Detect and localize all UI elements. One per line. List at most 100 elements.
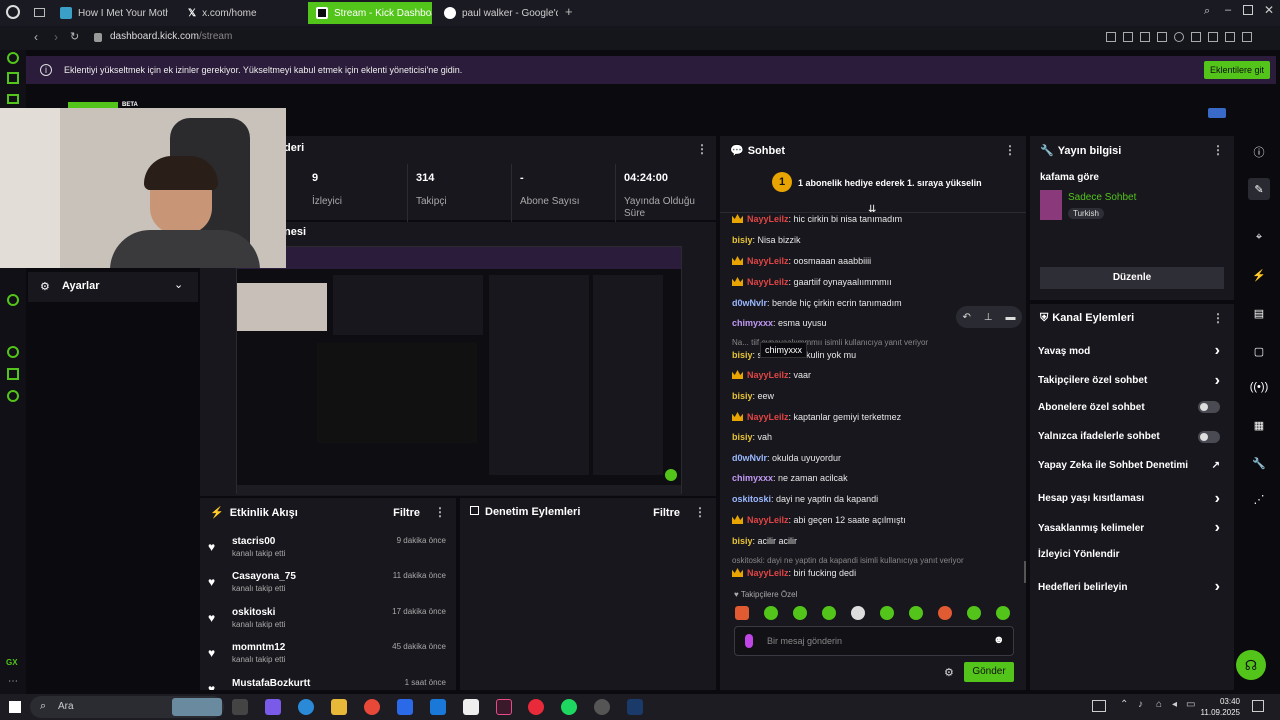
forward-icon[interactable]: ›: [54, 30, 58, 44]
pin-message-icon[interactable]: ⊥: [984, 312, 993, 323]
info-circle-icon[interactable]: ⓘ: [1248, 141, 1270, 163]
chat-username[interactable]: NayyLeilz: [747, 370, 789, 380]
moderation-menu-icon[interactable]: ⋮: [694, 505, 706, 519]
stream-preview-video[interactable]: [236, 246, 682, 495]
go-to-extensions-button[interactable]: Eklentilere git: [1204, 61, 1271, 79]
toggle-switch[interactable]: [1198, 401, 1220, 413]
chevron-right-icon[interactable]: ›: [1215, 372, 1220, 390]
emote-icon[interactable]: [909, 606, 923, 620]
reply-icon[interactable]: ↶: [962, 312, 970, 323]
maximize-icon[interactable]: [1243, 5, 1253, 15]
download-icon[interactable]: [1225, 32, 1235, 42]
gx-icon[interactable]: GX: [6, 658, 18, 667]
edit-icon[interactable]: ✎: [1248, 178, 1270, 200]
channel-action-row[interactable]: Takipçilere özel sohbet ›: [1038, 372, 1220, 390]
chat-username[interactable]: d0wNvlr: [732, 453, 767, 463]
sidebar-history-icon[interactable]: [7, 346, 19, 358]
chat-menu-icon[interactable]: ⋮: [1004, 143, 1016, 157]
emote-icon[interactable]: [880, 606, 894, 620]
task-view-icon[interactable]: [232, 699, 248, 715]
heart-icon[interactable]: [1174, 32, 1184, 42]
chat-username[interactable]: NayyLeilz: [747, 568, 789, 578]
chat-input[interactable]: Bir mesaj gönderin ☻: [734, 626, 1014, 656]
capcut-icon[interactable]: [463, 699, 479, 715]
tab-x[interactable]: 𝕏 x.com/home: [180, 2, 300, 24]
channel-action-row[interactable]: Hedefleri belirleyin ›: [1038, 578, 1220, 596]
tools-icon[interactable]: 🔧: [1248, 452, 1270, 474]
minimize-icon[interactable]: –: [1225, 4, 1231, 16]
emote-icon[interactable]: [938, 606, 952, 620]
channel-action-row[interactable]: Yavaş mod ›: [1038, 342, 1220, 360]
chat-username[interactable]: NayyLeilz: [747, 515, 789, 525]
tray-chevron-icon[interactable]: ⌃: [1120, 699, 1128, 710]
opera-logo-icon[interactable]: [6, 5, 20, 19]
chat-username[interactable]: NayyLeilz: [747, 412, 789, 422]
channel-action-row[interactable]: İzleyici Yönlendir: [1038, 549, 1220, 560]
sidebar-bag-icon[interactable]: [7, 72, 19, 84]
chevron-right-icon[interactable]: ›: [1215, 490, 1220, 508]
emote-icon[interactable]: [851, 606, 865, 620]
emote-icon[interactable]: [793, 606, 807, 620]
sidebar-more-icon[interactable]: ⋯: [8, 676, 18, 687]
box-icon[interactable]: [1208, 32, 1218, 42]
chat-username[interactable]: oskitoski: [732, 494, 771, 504]
edge-icon[interactable]: [298, 699, 314, 715]
back-icon[interactable]: ‹: [34, 30, 38, 44]
chevron-right-icon[interactable]: ›: [1215, 342, 1220, 360]
spotify-icon[interactable]: [561, 699, 577, 715]
share-icon[interactable]: ⋰: [1248, 488, 1270, 510]
chevron-right-icon[interactable]: ›: [1215, 578, 1220, 596]
emote-icon[interactable]: [996, 606, 1010, 620]
chat-username[interactable]: bisiy: [732, 536, 753, 546]
workspace-icon[interactable]: [34, 8, 45, 17]
tab-kick-dashboard[interactable]: Stream - Kick Dashboard: [308, 2, 432, 24]
emote-icon[interactable]: [735, 606, 749, 620]
support-headset-icon[interactable]: ☊: [1236, 650, 1266, 680]
chat-username[interactable]: bisiy: [732, 432, 753, 442]
close-window-icon[interactable]: ✕: [1264, 3, 1274, 17]
sidebar-extensions-icon[interactable]: [7, 368, 19, 380]
chat-username[interactable]: d0wNvlr: [732, 298, 767, 308]
chrome-icon[interactable]: [364, 699, 380, 715]
bolt-icon[interactable]: ⚡: [1248, 264, 1270, 286]
chat-username[interactable]: NayyLeilz: [747, 256, 789, 266]
toggle-switch[interactable]: [1198, 430, 1220, 443]
notifications-icon[interactable]: [1252, 700, 1264, 712]
delete-icon[interactable]: ▬: [1005, 312, 1015, 323]
camera-icon[interactable]: [1140, 32, 1150, 42]
layout-icon[interactable]: ▦: [1248, 414, 1270, 436]
sidebar-chat-icon[interactable]: [7, 94, 19, 104]
tab-himym[interactable]: How I Met Your Mother &: [52, 2, 168, 24]
sidebar-play-icon[interactable]: [7, 294, 19, 306]
category-link[interactable]: Sadece Sohbet: [1068, 192, 1136, 203]
gift-banner[interactable]: 1 abonelik hediye ederek 1. sıraya yükse…: [798, 178, 982, 188]
chevron-right-icon[interactable]: ›: [1215, 519, 1220, 537]
document-icon[interactable]: ▤: [1248, 302, 1270, 324]
file-explorer-icon[interactable]: [331, 699, 347, 715]
app-icon[interactable]: [496, 699, 512, 715]
sidebar-ai-icon[interactable]: [7, 52, 19, 64]
settings-nav[interactable]: ⚙ Ayarlar ⌄: [28, 272, 198, 302]
stats-menu-icon[interactable]: ⋮: [696, 142, 708, 156]
target-icon[interactable]: ⌖: [1248, 226, 1270, 248]
chat-username[interactable]: chimyxxx: [732, 318, 773, 328]
emoji-icon[interactable]: ☻: [993, 634, 1005, 646]
emote-icon[interactable]: [822, 606, 836, 620]
taskbar-search[interactable]: ⌕ Ara: [30, 696, 224, 718]
copilot-icon[interactable]: [265, 699, 281, 715]
tray-volume-icon[interactable]: ◂: [1172, 699, 1177, 710]
search-tabs-icon[interactable]: ⌕: [1204, 5, 1210, 18]
emote-icon[interactable]: [967, 606, 981, 620]
chat-username[interactable]: bisiy: [732, 391, 753, 401]
tray-mic-icon[interactable]: ♪: [1138, 699, 1143, 710]
pin-icon[interactable]: [1106, 32, 1116, 42]
channel-action-row[interactable]: Yalnızca ifadelerle sohbet: [1038, 430, 1220, 443]
profile-avatar[interactable]: [1208, 108, 1226, 118]
store-icon[interactable]: [397, 699, 413, 715]
new-tab-icon[interactable]: +: [565, 4, 573, 19]
chat-username[interactable]: bisiy: [732, 350, 753, 360]
chat-settings-icon[interactable]: ⚙: [944, 666, 954, 679]
chat-scrollbar[interactable]: [1024, 561, 1026, 583]
tray-battery-icon[interactable]: ▭: [1186, 699, 1195, 710]
reload-icon[interactable]: ↻: [70, 30, 79, 43]
